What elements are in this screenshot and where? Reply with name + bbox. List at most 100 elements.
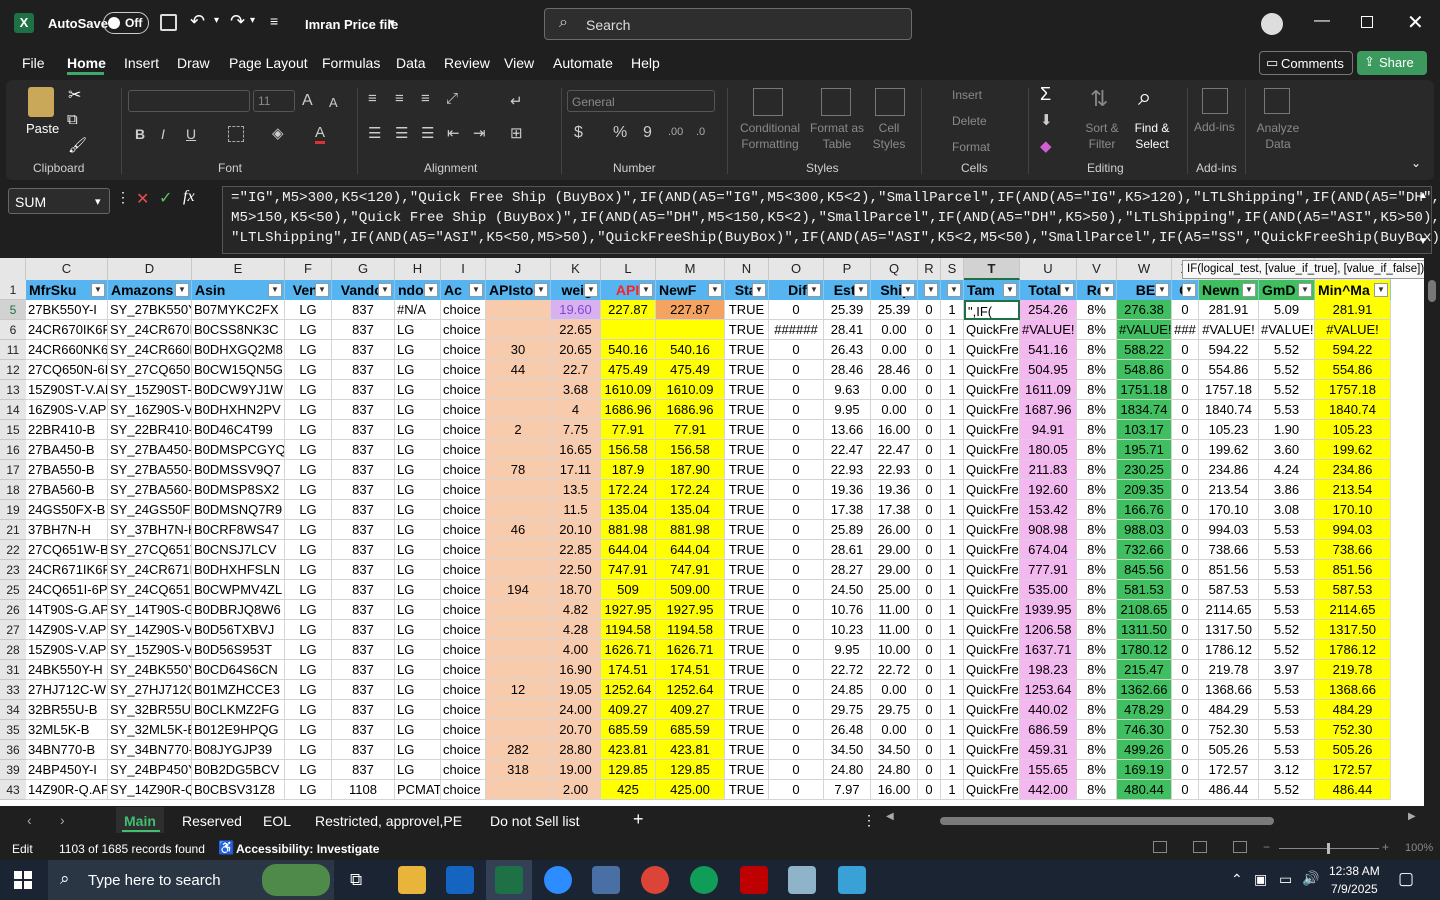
font-name-select[interactable]	[128, 90, 250, 112]
table-cell[interactable]: 505.26	[1199, 740, 1259, 760]
table-cell[interactable]: 8%	[1077, 600, 1117, 620]
table-cell[interactable]: 213.54	[1315, 480, 1391, 500]
number-format-select[interactable]: General	[567, 90, 715, 112]
table-cell[interactable]: 24.85	[824, 680, 871, 700]
table-cell[interactable]: QuickFre	[964, 320, 1020, 340]
table-cell[interactable]: LG	[395, 720, 441, 740]
table-cell[interactable]: 674.04	[1020, 540, 1077, 560]
table-cell[interactable]: 32ML5K-B	[26, 720, 108, 740]
table-cell[interactable]: 0	[769, 640, 824, 660]
table-cell[interactable]: TRUE	[725, 540, 769, 560]
table-cell[interactable]	[486, 700, 551, 720]
active-cell[interactable]: ",IF(	[964, 300, 1020, 320]
table-cell[interactable]: LG	[395, 460, 441, 480]
table-cell[interactable]: SY_24BP450Y-	[108, 760, 192, 780]
table-cell[interactable]: SY_14T90S-G.	[108, 600, 192, 620]
table-cell[interactable]: 1834.74	[1117, 400, 1172, 420]
table-cell[interactable]: 254.26	[1020, 300, 1077, 320]
windows-start-icon[interactable]	[14, 871, 32, 889]
table-cell[interactable]: 0	[1172, 340, 1199, 360]
sheet-tab-eol[interactable]: EOL	[263, 813, 291, 829]
table-cell[interactable]: ###	[1172, 320, 1199, 340]
row-header[interactable]: 26	[0, 600, 26, 620]
table-cell[interactable]: LG	[285, 500, 332, 520]
table-cell[interactable]: 1	[941, 560, 964, 580]
table-cell[interactable]: 103.17	[1117, 420, 1172, 440]
column-header-D[interactable]: D	[108, 258, 192, 280]
table-cell[interactable]: 24BK550Y-H	[26, 660, 108, 680]
align-center-icon[interactable]: ☰	[395, 124, 408, 142]
table-cell[interactable]: LG	[285, 400, 332, 420]
table-cell[interactable]: 0	[769, 720, 824, 740]
table-cell[interactable]: 135.04	[601, 500, 656, 520]
table-cell[interactable]: 5.53	[1259, 580, 1315, 600]
table-cell[interactable]: 155.65	[1020, 760, 1077, 780]
row-header[interactable]: 13	[0, 380, 26, 400]
table-cell[interactable]: 594.22	[1199, 340, 1259, 360]
table-cell[interactable]: 0	[918, 520, 941, 540]
row-header[interactable]: 19	[0, 500, 26, 520]
table-cell[interactable]: LG	[285, 740, 332, 760]
table-cell[interactable]: choice	[441, 520, 486, 540]
table-cell[interactable]: B0CSS8NK3C	[192, 320, 285, 340]
table-header-cell[interactable]: Tam ▼	[964, 280, 1020, 300]
table-cell[interactable]: 837	[332, 480, 395, 500]
table-cell[interactable]: 554.86	[1199, 360, 1259, 380]
table-cell[interactable]: 5.53	[1259, 680, 1315, 700]
table-cell[interactable]: 8%	[1077, 420, 1117, 440]
table-cell[interactable]: 8%	[1077, 760, 1117, 780]
filter-dropdown-icon[interactable]: ▼	[315, 283, 329, 297]
table-cell[interactable]: QuickFre	[964, 580, 1020, 600]
table-cell[interactable]: 3.86	[1259, 480, 1315, 500]
cell-styles-button[interactable]: Cell Styles	[866, 120, 912, 152]
column-header-I[interactable]: I	[441, 258, 486, 280]
table-cell[interactable]: 587.53	[1199, 580, 1259, 600]
table-cell[interactable]: choice	[441, 620, 486, 640]
table-cell[interactable]: 1	[941, 540, 964, 560]
table-cell[interactable]: choice	[441, 780, 486, 800]
table-cell[interactable]: LG	[285, 340, 332, 360]
file-title[interactable]: Imran Price file	[305, 17, 398, 32]
name-box[interactable]: SUM ▾	[8, 188, 110, 214]
table-cell[interactable]: 17.38	[871, 500, 918, 520]
table-cell[interactable]: 187.9	[601, 460, 656, 480]
table-cell[interactable]: 0	[1172, 540, 1199, 560]
column-header-R[interactable]: R	[918, 258, 941, 280]
table-cell[interactable]: #VALUE!	[1020, 320, 1077, 340]
table-cell[interactable]: 5.53	[1259, 720, 1315, 740]
table-cell[interactable]: 851.56	[1199, 560, 1259, 580]
table-cell[interactable]: 3.68	[551, 380, 601, 400]
table-cell[interactable]: 1786.12	[1315, 640, 1391, 660]
table-cell[interactable]: QuickFre	[964, 620, 1020, 640]
table-cell[interactable]: 17.11	[551, 460, 601, 480]
sheet-tab-do-not-sell[interactable]: Do not Sell list	[490, 813, 579, 829]
table-cell[interactable]: 26.48	[824, 720, 871, 740]
table-cell[interactable]: 281.91	[1199, 300, 1259, 320]
table-cell[interactable]: TRUE	[725, 400, 769, 420]
table-cell[interactable]	[486, 540, 551, 560]
table-cell[interactable]: 0	[769, 460, 824, 480]
table-cell[interactable]: 2114.65	[1199, 600, 1259, 620]
table-cell[interactable]: 153.42	[1020, 500, 1077, 520]
column-header-S[interactable]: S	[941, 258, 964, 280]
table-cell[interactable]: 540.16	[601, 340, 656, 360]
page-break-view-icon[interactable]	[1233, 841, 1247, 853]
table-cell[interactable]: 5.53	[1259, 540, 1315, 560]
table-cell[interactable]: 8%	[1077, 520, 1117, 540]
table-cell[interactable]: 22.85	[551, 540, 601, 560]
table-cell[interactable]: 0	[1172, 360, 1199, 380]
table-cell[interactable]: 851.56	[1315, 560, 1391, 580]
table-cell[interactable]: 8%	[1077, 740, 1117, 760]
filter-dropdown-icon[interactable]: ▼	[91, 283, 105, 297]
table-cell[interactable]: 234.86	[1315, 460, 1391, 480]
table-cell[interactable]: 594.22	[1315, 340, 1391, 360]
column-header-O[interactable]: O	[769, 258, 824, 280]
column-header-U[interactable]: U	[1020, 258, 1077, 280]
row-header[interactable]: 27	[0, 620, 26, 640]
table-cell[interactable]: 172.24	[656, 480, 725, 500]
table-cell[interactable]: B0B2DG5BCV	[192, 760, 285, 780]
table-cell[interactable]: LG	[285, 700, 332, 720]
table-cell[interactable]: 1751.18	[1117, 380, 1172, 400]
table-cell[interactable]: 0	[769, 380, 824, 400]
table-cell[interactable]: 548.86	[1117, 360, 1172, 380]
